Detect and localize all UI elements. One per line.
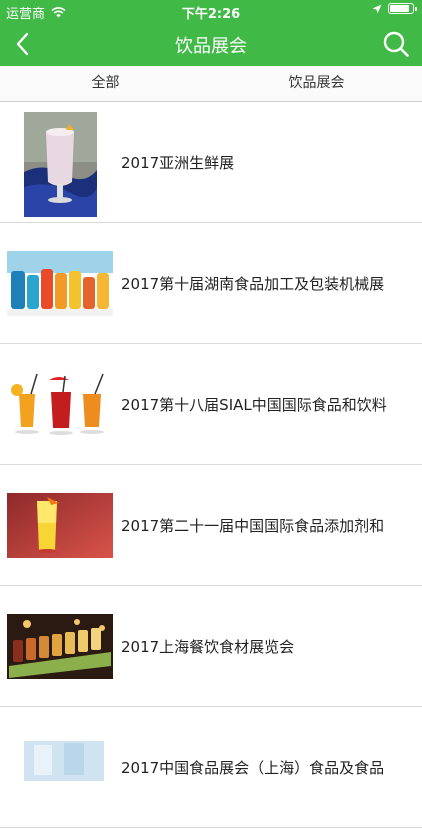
search-icon[interactable] (382, 30, 410, 58)
item-thumbnail (24, 112, 97, 217)
item-title: 2017第十届湖南食品加工及包装机械展 (121, 274, 385, 293)
item-thumbnail (7, 251, 113, 316)
status-bar: 运营商 下午2:26 (0, 0, 422, 22)
list-item[interactable]: 2017第十届湖南食品加工及包装机械展 (0, 223, 422, 344)
item-thumbnail (7, 614, 113, 679)
list-item[interactable]: 2017第十八届SIAL中国国际食品和饮料 (0, 344, 422, 465)
tab-bar: 全部 饮品展会 (0, 66, 422, 102)
item-title: 2017上海餐饮食材展览会 (121, 637, 295, 656)
list-item[interactable]: 2017第二十一届中国国际食品添加剂和 (0, 465, 422, 586)
location-arrow-icon (372, 4, 382, 13)
item-title: 2017亚洲生鲜展 (121, 153, 235, 172)
tab-all[interactable]: 全部 (0, 66, 211, 101)
item-title: 2017第十八届SIAL中国国际食品和饮料 (121, 395, 387, 414)
item-title: 2017中国食品展会（上海）食品及食品 (121, 758, 385, 777)
list-item[interactable]: 2017上海餐饮食材展览会 (0, 586, 422, 707)
item-thumbnail (7, 372, 113, 437)
clock: 下午2:26 (181, 7, 241, 22)
item-title: 2017第二十一届中国国际食品添加剂和 (121, 516, 385, 535)
expo-list: 2017亚洲生鲜展 2017第十届湖南食品加工及包装机械展 2017第十八届SI… (0, 102, 422, 828)
item-thumbnail (7, 493, 113, 558)
item-thumbnail (24, 741, 104, 781)
page-title: 饮品展会 (175, 36, 247, 57)
list-item[interactable]: 2017中国食品展会（上海）食品及食品 (0, 707, 422, 828)
battery-icon (388, 3, 417, 14)
nav-bar: 饮品展会 (0, 22, 422, 66)
tab-drink-expo[interactable]: 饮品展会 (211, 66, 422, 101)
list-item[interactable]: 2017亚洲生鲜展 (0, 102, 422, 223)
